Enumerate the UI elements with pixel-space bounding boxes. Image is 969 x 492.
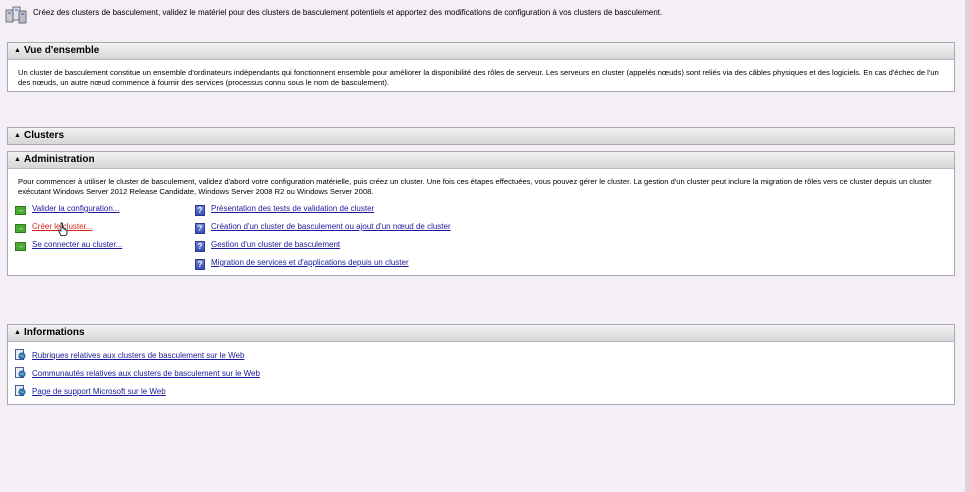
clusters-header[interactable]: ▲ Clusters — [8, 128, 954, 144]
clusters-section: ▲ Clusters — [7, 127, 955, 145]
help-manage-cluster-link[interactable]: Gestion d'un cluster de basculement — [211, 240, 340, 249]
green-arrow-icon: → — [15, 206, 26, 215]
overview-title: Vue d'ensemble — [24, 45, 100, 56]
overview-section: ▲ Vue d'ensemble Un cluster de basculemen… — [7, 42, 955, 92]
help-validation-tests-link[interactable]: Présentation des tests de validation de … — [211, 204, 374, 213]
clusters-title: Clusters — [24, 130, 65, 141]
validate-configuration-link[interactable]: Valider la configuration... — [32, 204, 119, 213]
window-right-edge — [965, 0, 969, 492]
administration-header[interactable]: ▲ Administration — [8, 152, 954, 169]
green-arrow-icon: → — [15, 224, 26, 233]
hand-pointer-cursor-icon — [58, 222, 68, 236]
help-icon: ? — [195, 205, 205, 216]
top-description-bar: Créez des clusters de basculement, valid… — [0, 0, 969, 28]
info-support-link[interactable]: Page de support Microsoft sur le Web — [32, 387, 166, 396]
web-page-icon — [15, 385, 26, 396]
cluster-servers-icon — [5, 6, 27, 24]
info-link-topics[interactable]: Rubriques relatives aux clusters de basc… — [15, 349, 244, 361]
help-create-cluster-link[interactable]: Création d'un cluster de basculement ou … — [211, 222, 451, 231]
collapse-triangle-icon[interactable]: ▲ — [14, 152, 24, 168]
informations-section: ▲ Informations Rubriques relatives aux cl… — [7, 324, 955, 405]
overview-header[interactable]: ▲ Vue d'ensemble — [8, 43, 954, 60]
info-link-communities[interactable]: Communautés relatives aux clusters de ba… — [15, 367, 260, 379]
help-icon: ? — [195, 259, 205, 270]
collapse-triangle-icon[interactable]: ▲ — [14, 128, 24, 144]
help-icon: ? — [195, 223, 205, 234]
connect-cluster-link[interactable]: Se connecter au cluster... — [32, 240, 122, 249]
info-topics-link[interactable]: Rubriques relatives aux clusters de basc… — [32, 351, 244, 360]
connect-cluster-action[interactable]: → Se connecter au cluster... — [15, 239, 122, 251]
create-cluster-action[interactable]: → Créer le cluster... — [15, 221, 92, 233]
administration-title: Administration — [24, 154, 95, 165]
info-communities-link[interactable]: Communautés relatives aux clusters de ba… — [32, 369, 260, 378]
help-icon: ? — [195, 241, 205, 252]
administration-text: Pour commencer à utiliser le cluster de … — [18, 177, 932, 196]
help-migration[interactable]: ? Migration de services et d'applications… — [195, 257, 409, 270]
help-migration-link[interactable]: Migration de services et d'applications … — [211, 258, 409, 267]
help-create-cluster[interactable]: ? Création d'un cluster de basculement ou… — [195, 221, 451, 234]
info-link-support[interactable]: Page de support Microsoft sur le Web — [15, 385, 166, 397]
overview-text: Un cluster de basculement constitue un e… — [18, 68, 939, 87]
validate-configuration-action[interactable]: → Valider la configuration... — [15, 203, 119, 215]
collapse-triangle-icon[interactable]: ▲ — [14, 325, 24, 341]
informations-header[interactable]: ▲ Informations — [8, 325, 954, 342]
administration-section: ▲ Administration Pour commencer à utilise… — [7, 151, 955, 276]
help-validation-tests[interactable]: ? Présentation des tests de validation de… — [195, 203, 374, 216]
help-manage-cluster[interactable]: ? Gestion d'un cluster de basculement — [195, 239, 340, 252]
web-page-icon — [15, 367, 26, 378]
informations-title: Informations — [24, 327, 85, 338]
web-page-icon — [15, 349, 26, 360]
page-description: Créez des clusters de basculement, valid… — [33, 8, 663, 17]
green-arrow-icon: → — [15, 242, 26, 251]
collapse-triangle-icon[interactable]: ▲ — [14, 43, 24, 59]
